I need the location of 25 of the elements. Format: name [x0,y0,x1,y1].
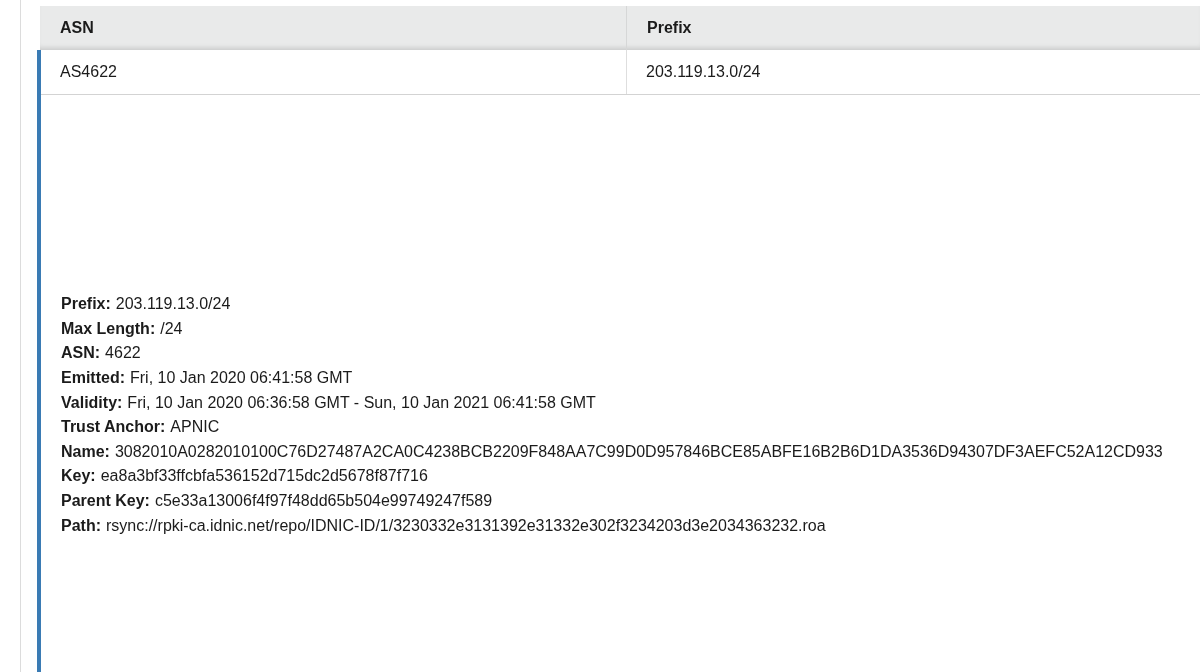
detail-value: Fri, 10 Jan 2020 06:36:58 GMT - Sun, 10 Jan 2021 06:41:58 GMT [127,392,596,413]
column-header[interactable]: ASN [40,6,626,50]
detail-label: ASN: [61,343,101,364]
detail-value: rsync://rpki-ca.idnic.net/repo/IDNIC-ID/1/3230332e3131392e31332e302f3234203d3e2034363232.roa [106,515,826,536]
detail-value: 4622 [105,343,141,364]
detail-value: 203.119.13.0/24 [115,294,231,315]
detail-value: c5e33a13006f4f97f48dd65b504e99749247f589 [154,491,493,512]
detail-value: Fri, 10 Jan 2020 06:41:58 GMT [130,368,353,389]
table-cell-text: AS4622 [60,62,117,82]
detail-value: APNIC [170,417,220,438]
column-header[interactable]: Prefix [626,6,1200,50]
detail-label: Key: [61,466,96,487]
detail-label: Emitted: [61,368,125,389]
detail-label: Validity: [61,392,123,413]
expanded-row[interactable] [37,50,1200,672]
detail-value: 3082010A0282010100C76D27487A2CA0C4238BCB2209F848AA7C99D0D957846BCE85ABFE16B2B6D1DA3536D94307DF3AEFC52A12CD933 [114,441,1163,462]
detail-value: /24 [160,318,183,339]
detail-label: Parent Key: [61,491,150,512]
detail-label: Max Length: [61,318,156,339]
detail-label: Prefix: [61,294,111,315]
detail-label: Name: [61,441,110,462]
detail-label: Path: [61,515,101,536]
detail-label: Trust Anchor: [61,417,166,438]
table-cell-text: 203.119.13.0/24 [646,62,761,82]
detail-value: ea8a3bf33ffcbfa536152d715dc2d5678f87f716 [100,466,428,487]
